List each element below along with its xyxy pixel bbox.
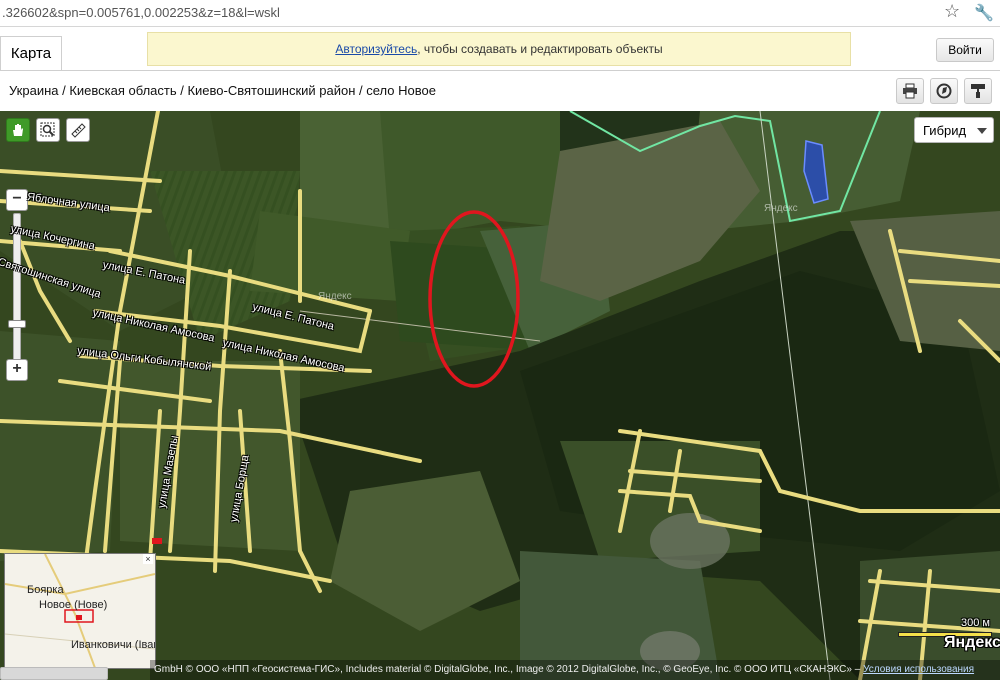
share-button[interactable]	[930, 78, 958, 104]
minimap-label: Иванковичи (Іванк	[71, 639, 156, 651]
zoom-area-icon	[40, 122, 55, 137]
minimap-label: Боярка	[27, 584, 64, 596]
layer-select[interactable]: Гибрид	[914, 117, 994, 143]
terms-link[interactable]: Условия использования	[863, 664, 974, 675]
yandex-logo[interactable]: Яндекс	[944, 634, 1000, 652]
map-viewport[interactable]: − + Гибрид Яблочная улица улица Кочергин…	[0, 111, 1000, 680]
minimap-close-icon[interactable]: ×	[143, 554, 153, 564]
scale-label: 300 м	[961, 617, 990, 629]
horizontal-scrollbar[interactable]	[0, 667, 108, 680]
zoom-in-button[interactable]: +	[6, 359, 28, 381]
zoom-slider-thumb[interactable]	[8, 320, 26, 328]
star-icon[interactable]: ☆	[944, 1, 960, 22]
tab-map[interactable]: Карта	[0, 36, 62, 71]
auth-notice: Авторизуйтесь, чтобы создавать и редакти…	[147, 32, 851, 66]
address-bar[interactable]: .326602&spn=0.005761,0.002253&z=18&l=wsk…	[0, 0, 1000, 27]
zoom-area-button[interactable]	[36, 118, 60, 142]
layer-select-value: Гибрид	[923, 123, 967, 138]
share-icon	[936, 83, 952, 99]
ruler-icon	[71, 123, 86, 138]
ruler-button[interactable]	[66, 118, 90, 142]
auth-notice-text: , чтобы создавать и редактировать объект…	[417, 42, 663, 56]
zoom-out-button[interactable]: −	[6, 189, 28, 211]
hand-icon	[13, 124, 23, 136]
hand-tool-button[interactable]	[6, 118, 30, 142]
tab-divider	[0, 70, 1000, 71]
print-button[interactable]	[896, 78, 924, 104]
map-watermark: Яндекс	[318, 291, 352, 302]
copyright-text: GmbH © ООО «НПП «Геосистема-ГИС», Includ…	[154, 664, 864, 675]
paint-icon	[971, 84, 985, 98]
login-button[interactable]: Войти	[936, 38, 994, 62]
wrench-icon[interactable]: 🔧	[974, 3, 994, 23]
map-watermark: Яндекс	[764, 203, 798, 214]
minimap-label: Новое (Нове)	[39, 599, 108, 611]
overview-minimap[interactable]: Боярка Новое (Нове) Иванковичи (Іванк	[4, 553, 156, 669]
zoom-control: − +	[6, 189, 28, 381]
paint-button[interactable]	[964, 78, 992, 104]
print-icon	[903, 83, 917, 99]
copyright-bar: GmbH © ООО «НПП «Геосистема-ГИС», Includ…	[150, 660, 1000, 680]
auth-link[interactable]: Авторизуйтесь	[335, 42, 417, 56]
header: Карта Авторизуйтесь, чтобы создавать и р…	[0, 27, 1000, 111]
url-text[interactable]: .326602&spn=0.005761,0.002253&z=18&l=wsk…	[2, 5, 280, 20]
breadcrumb: Украина / Киевская область / Киево-Свято…	[9, 83, 436, 98]
chevron-down-icon	[977, 128, 987, 134]
